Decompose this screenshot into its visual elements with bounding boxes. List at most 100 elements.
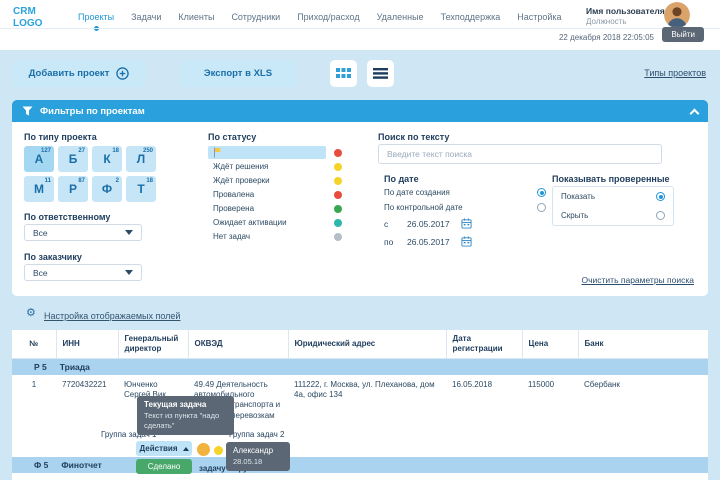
by-responsible-label: По ответственному	[24, 212, 111, 222]
date-to-value[interactable]: 26.05.2017	[407, 237, 450, 247]
nav-clients[interactable]: Клиенты	[178, 12, 214, 22]
col-regdate[interactable]: Дата регистрации	[446, 330, 523, 359]
project-type-tiles: 127 А 27 Б 18 К 250 Л 11 М 87 Р 2Ф 18 Т	[24, 146, 156, 202]
group-name: Триада	[59, 361, 90, 372]
calendar-icon[interactable]	[461, 236, 472, 247]
show-checked-label: Показывать проверенные	[552, 174, 670, 184]
actions-button[interactable]: Действия	[136, 441, 192, 456]
radio-label: Показать	[561, 192, 596, 201]
header-divider	[0, 28, 720, 29]
radio-row-show[interactable]: Показать	[561, 192, 665, 201]
done-menu-item[interactable]: Сделано	[136, 459, 192, 474]
col-bank[interactable]: Банк	[578, 330, 708, 359]
status-item[interactable]: Нет задач	[208, 230, 326, 243]
col-inn[interactable]: ИНН	[56, 330, 119, 359]
status-label: Провалена	[213, 190, 255, 199]
task-status-dot-yellow[interactable]	[214, 446, 223, 455]
export-xls-label: Экспорт в XLS	[203, 68, 273, 79]
col-okved[interactable]: ОКВЭД	[188, 330, 289, 359]
type-tile-r[interactable]: 87 Р	[58, 176, 88, 202]
type-tile-b[interactable]: 27 Б	[58, 146, 88, 172]
nav-deleted[interactable]: Удаленные	[377, 12, 424, 22]
date-from-value[interactable]: 26.05.2017	[407, 219, 450, 229]
tile-letter: Т	[137, 182, 145, 196]
status-item-flagged[interactable]	[208, 146, 326, 159]
nav-projects[interactable]: Проекты	[78, 12, 114, 31]
calendar-icon[interactable]	[461, 218, 472, 229]
task-status-dot-orange[interactable]	[197, 443, 210, 456]
radio-row-control-date[interactable]: По контрольной дате	[384, 203, 546, 212]
filters-header[interactable]: Фильтры по проектам	[12, 100, 708, 122]
status-item[interactable]: Проверена	[208, 202, 326, 215]
customer-dropdown[interactable]: Все	[24, 264, 142, 281]
date-to-label: по	[384, 236, 394, 247]
tile-letter: М	[34, 182, 44, 196]
tile-count: 250	[142, 148, 153, 154]
nav-employees[interactable]: Сотрудники	[231, 12, 280, 22]
status-label: Ждёт проверки	[213, 176, 270, 185]
filters-title: Фильтры по проектам	[40, 105, 145, 117]
radio-row-hide[interactable]: Скрыть	[561, 211, 665, 220]
current-task-tooltip: Текущая задача Текст из пункта "надо сде…	[137, 396, 234, 436]
type-tile-f[interactable]: 2Ф	[92, 176, 122, 202]
collapse-chevron-icon[interactable]	[689, 108, 700, 118]
filters-body: По типу проекта 127 А 27 Б 18 К 250 Л 11 М 87…	[12, 122, 708, 296]
status-item[interactable]: Провалена	[208, 188, 326, 201]
cell-price: 115000	[528, 379, 555, 389]
col-price[interactable]: Цена	[522, 330, 579, 359]
status-color-dot	[334, 162, 342, 171]
col-num[interactable]: №	[12, 330, 57, 359]
search-input[interactable]	[378, 144, 662, 164]
grid-view-button[interactable]	[330, 60, 357, 87]
type-tile-a[interactable]: 127 А	[24, 146, 54, 172]
nav-support[interactable]: Техподдержка	[441, 12, 501, 22]
date-from-row: с 26.05.2017	[384, 218, 472, 229]
radio-unselected[interactable]	[656, 211, 665, 220]
add-project-button[interactable]: Добавить проект	[12, 60, 146, 87]
status-item[interactable]: Ожидает активации	[208, 216, 326, 229]
type-tile-t[interactable]: 18 Т	[126, 176, 156, 202]
clear-filters-link[interactable]: Очистить параметры поиска	[582, 275, 695, 285]
tile-count: 27	[78, 148, 85, 154]
assignee-tooltip: Александр 28.05.18	[226, 442, 290, 472]
assignee-date: 28.05.18	[233, 457, 263, 466]
type-tile-l[interactable]: 250 Л	[126, 146, 156, 172]
group-row-triada[interactable]: Р 5 Триада	[12, 358, 708, 375]
list-view-button[interactable]	[367, 60, 394, 87]
type-tile-k[interactable]: 18 К	[92, 146, 122, 172]
radio-selected[interactable]	[656, 192, 665, 201]
nav-tasks[interactable]: Задачи	[131, 12, 161, 22]
chevron-down-icon	[125, 270, 133, 275]
filters-panel: Фильтры по проектам По типу проекта 127 А…	[12, 100, 708, 296]
user-name: Имя пользователя	[586, 6, 665, 16]
columns-settings-link[interactable]: Настройка отображаемых полей	[44, 311, 180, 321]
gear-icon[interactable]: ⚙	[26, 308, 36, 319]
group-row-finotchet[interactable]: Ф 5 Финотчет	[12, 456, 708, 473]
by-type-label: По типу проекта	[24, 132, 97, 142]
app-header: CRM LOGO Проекты Задачи Клиенты Сотрудни…	[0, 0, 720, 50]
cell-num: 1	[31, 379, 37, 389]
cell-bank: Сбербанк	[584, 379, 620, 389]
tile-count: 11	[44, 178, 51, 184]
status-item[interactable]: Ждёт проверки	[208, 174, 326, 187]
export-xls-button[interactable]: Экспорт в XLS	[180, 60, 296, 87]
nav-income-expense[interactable]: Приход/расход	[297, 12, 359, 22]
radio-label: По контрольной дате	[384, 203, 463, 212]
radio-selected[interactable]	[537, 188, 546, 197]
radio-row-creation-date[interactable]: По дате создания	[384, 188, 546, 197]
col-address[interactable]: Юридический адрес	[288, 330, 447, 359]
nav-settings[interactable]: Настройка	[517, 12, 561, 22]
tooltip-body: Текст из пункта "надо сделать"	[144, 411, 220, 431]
responsible-dropdown[interactable]: Все	[24, 224, 142, 241]
type-tile-m[interactable]: 11 М	[24, 176, 54, 202]
project-types-link[interactable]: Типы проектов	[644, 68, 706, 78]
status-color-dot	[334, 232, 342, 241]
col-director[interactable]: Генеральный директор	[118, 330, 189, 359]
user-avatar[interactable]	[664, 2, 690, 28]
tile-letter: А	[34, 152, 44, 166]
status-item[interactable]: Ждёт решения	[208, 160, 326, 173]
table-row[interactable]: 1 7720432221 Юнченко Сергей Вик... 49.49…	[12, 375, 708, 427]
logout-button[interactable]: Выйти	[662, 27, 704, 42]
radio-unselected[interactable]	[537, 203, 546, 212]
cell-inn: 7720432221	[62, 379, 107, 389]
